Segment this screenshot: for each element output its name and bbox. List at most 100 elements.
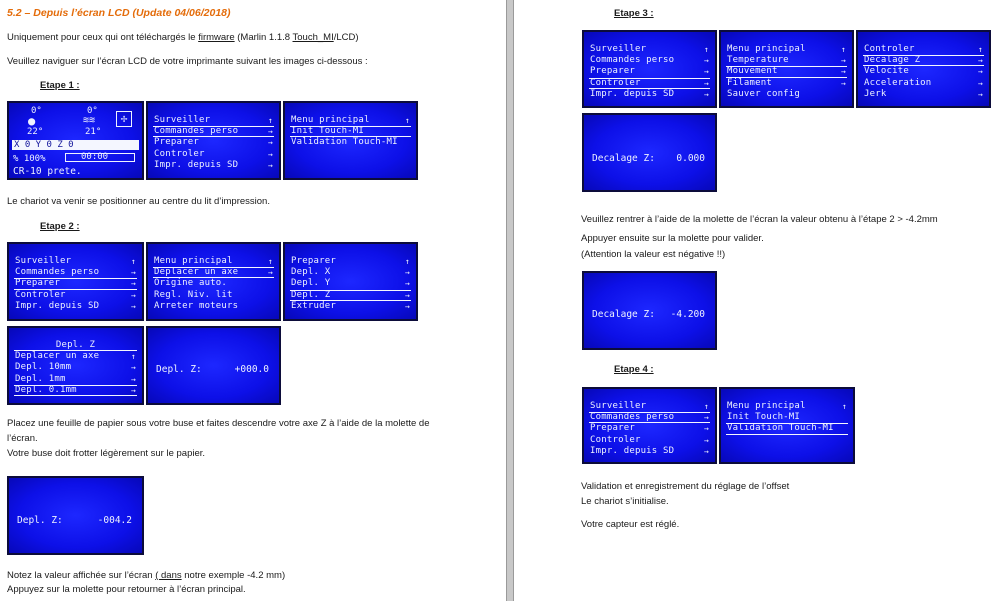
lcd-status-screen: 0° ● 22° 0° ≋≋ 21° ✢ X 0 Y 0 Z 0 % 100% … (7, 101, 144, 180)
menu-item[interactable]: Deplacer un axe ↑ (14, 351, 137, 362)
menu-item[interactable]: Impr. depuis SD → (153, 160, 274, 171)
lcd-touchmi-menu-step1: Menu principal ↑ Init Touch-MI Validation… (283, 101, 418, 180)
lcd-deplz-value: Depl. Z: -004.2 (7, 476, 144, 555)
value-label: Depl. Z: (156, 364, 202, 375)
lcd-offset-zero: Decalage Z: 0.000 (582, 113, 717, 192)
enter-value-instructions: Veuillez rentrer à l’aide de la molette … (581, 214, 938, 225)
step3-title: Etape 3 : (614, 8, 654, 19)
menu-item[interactable]: Controler → (589, 435, 710, 446)
menu-item[interactable]: Surveiller ↑ (589, 44, 710, 55)
bed-target: 21° (85, 127, 102, 137)
menu-item[interactable]: Impr. depuis SD → (589, 446, 710, 457)
menu-item[interactable]: Init Touch-MI (726, 412, 848, 423)
validate-instructions: Appuyer ensuite sur la molette pour vali… (581, 233, 764, 244)
lcd-control-menu: Menu principal ↑ Temperature → Mouvement → … (719, 30, 854, 108)
menu-item-selected[interactable]: Deplacer un axe → (153, 267, 274, 279)
validation-text: Validation et enregistrement du réglage … (581, 481, 790, 492)
paper-instructions-1: Placez une feuille de papier sous votre … (7, 418, 430, 429)
menu-item[interactable]: Depl. Y → (290, 278, 411, 289)
lcd-main-menu-step1: Surveiller ↑ Commandes perso → Preparer → C… (146, 101, 281, 180)
section-heading: 5.2 – Depuis l’écran LCD (Update 04/06/2… (7, 7, 231, 19)
lcd-touchmi-menu-step4: Menu principal ↑ Init Touch-MI Validation… (719, 387, 855, 464)
menu-title: Depl. Z (14, 340, 137, 352)
menu-item[interactable]: Controler ↑ (863, 44, 984, 55)
intro-text: Uniquement pour ceux qui ont téléchargés… (7, 32, 199, 43)
menu-item[interactable]: Menu principal ↑ (153, 256, 274, 267)
menu-item[interactable]: Surveiller ↑ (589, 401, 710, 412)
step4-title: Etape 4 : (614, 364, 654, 375)
value-label: Depl. Z: (17, 515, 63, 526)
note-link: ( dans (155, 570, 182, 581)
menu-item[interactable]: Surveiller ↑ (153, 115, 274, 126)
lcd-movez-menu: Depl. Z Deplacer un axe ↑ Depl. 10mm → Dep… (7, 326, 144, 405)
step1-note: Le chariot va venir se positionner au ce… (7, 196, 270, 207)
menu-item[interactable]: Extruder → (290, 301, 411, 312)
lcd-main-menu-step4: Surveiller ↑ Commandes perso → Preparer → C… (582, 387, 717, 464)
menu-item[interactable]: Preparer ↑ (290, 256, 411, 267)
lcd-deplz-edit: Depl. Z: +000.0 (146, 326, 281, 405)
menu-item[interactable]: Regl. Niv. lit (153, 290, 274, 301)
menu-item[interactable]: Menu principal ↑ (290, 115, 411, 126)
menu-item-selected[interactable]: Validation Touch-MI (726, 423, 848, 435)
menu-item[interactable]: Commandes perso → (589, 55, 710, 66)
fan-icon: ✢ (116, 111, 132, 127)
menu-item[interactable]: Filament → (726, 78, 847, 89)
value-readout: -004.2 (97, 515, 132, 526)
menu-item-selected[interactable]: Preparer → (14, 278, 137, 290)
menu-item[interactable]: Commandes perso → (14, 267, 137, 278)
lcd-main-menu-step2: Surveiller ↑ Commandes perso → Preparer → C… (7, 242, 144, 321)
menu-item[interactable]: Depl. 10mm → (14, 362, 137, 373)
lcd-main-menu-step3: Surveiller ↑ Commandes perso → Preparer → C… (582, 30, 717, 108)
menu-item[interactable]: Impr. depuis SD → (589, 89, 710, 100)
value-label: Decalage Z: (592, 309, 655, 320)
status-message: CR-10 prete. (13, 166, 82, 177)
menu-item[interactable]: Surveiller ↑ (14, 256, 137, 267)
menu-item[interactable]: Controler → (14, 290, 137, 301)
note-return: Appuyez sur la molette pour retourner à … (7, 584, 246, 595)
step2-title: Etape 2 : (40, 221, 80, 232)
menu-item[interactable]: Jerk → (863, 89, 984, 100)
menu-item-selected[interactable]: Commandes perso → (589, 412, 710, 424)
menu-item-selected[interactable]: Controler → (589, 77, 710, 89)
menu-item[interactable]: Preparer → (589, 66, 710, 77)
value-readout: -4.200 (670, 309, 705, 320)
menu-item[interactable]: Depl. X → (290, 267, 411, 278)
menu-item-selected[interactable]: Mouvement → (726, 66, 847, 78)
page-separator (506, 0, 514, 601)
menu-item[interactable]: Depl. 1mm → (14, 374, 137, 385)
firmware-link[interactable]: firmware (198, 32, 234, 43)
menu-item-selected[interactable]: Depl. 0.1mm → (14, 384, 137, 396)
lcd-move-menu: Preparer ↑ Depl. X → Depl. Y → Depl. Z → Ext… (283, 242, 418, 321)
menu-item[interactable]: Controler → (153, 149, 274, 160)
value-readout: 0.000 (676, 153, 705, 164)
lcd-prepare-menu: Menu principal ↑ Deplacer un axe → Origine… (146, 242, 281, 321)
menu-item[interactable]: Arreter moteurs (153, 301, 274, 312)
menu-item[interactable]: Origine auto. (153, 278, 274, 289)
menu-item-selected[interactable]: Init Touch-MI (290, 126, 411, 138)
menu-item-selected[interactable]: Depl. Z → (290, 289, 411, 301)
note-text-end: notre exemple -4.2 mm) (181, 570, 286, 581)
menu-item[interactable]: Temperature → (726, 55, 847, 66)
hotend-icon: ● (28, 114, 36, 128)
note-value: Notez la valeur affichée sur l’écran ( d… (7, 570, 285, 582)
value-label: Decalage Z: (592, 153, 655, 164)
menu-item[interactable]: Sauver config (726, 89, 847, 100)
step1-title: Etape 1 : (40, 80, 80, 91)
touch-mi-link[interactable]: Touch_MI (293, 32, 334, 43)
menu-item[interactable]: Preparer → (589, 423, 710, 434)
menu-item-selected[interactable]: Decalage Z → (863, 55, 984, 67)
intro-text-end: /LCD) (333, 32, 359, 43)
menu-item[interactable]: Impr. depuis SD → (14, 301, 137, 312)
bed-icon: ≋≋ (83, 115, 96, 126)
menu-item[interactable]: Menu principal ↑ (726, 44, 847, 55)
menu-item[interactable]: Preparer → (153, 137, 274, 148)
menu-item[interactable]: Validation Touch-MI (290, 137, 411, 148)
menu-item[interactable]: Velocite → (863, 66, 984, 77)
paper-instructions-3: Votre buse doit frotter légèrement sur l… (7, 448, 206, 459)
menu-item[interactable]: Acceleration → (863, 78, 984, 89)
hotend-target: 22° (27, 127, 44, 137)
intro-instructions: Veuillez naviguer sur l’écran LCD de vot… (7, 56, 368, 67)
menu-item[interactable]: Menu principal ↑ (726, 401, 848, 412)
lcd-motion-menu: Controler ↑ Decalage Z → Velocite → Acceler… (856, 30, 991, 108)
menu-item-selected[interactable]: Commandes perso → (153, 126, 274, 138)
